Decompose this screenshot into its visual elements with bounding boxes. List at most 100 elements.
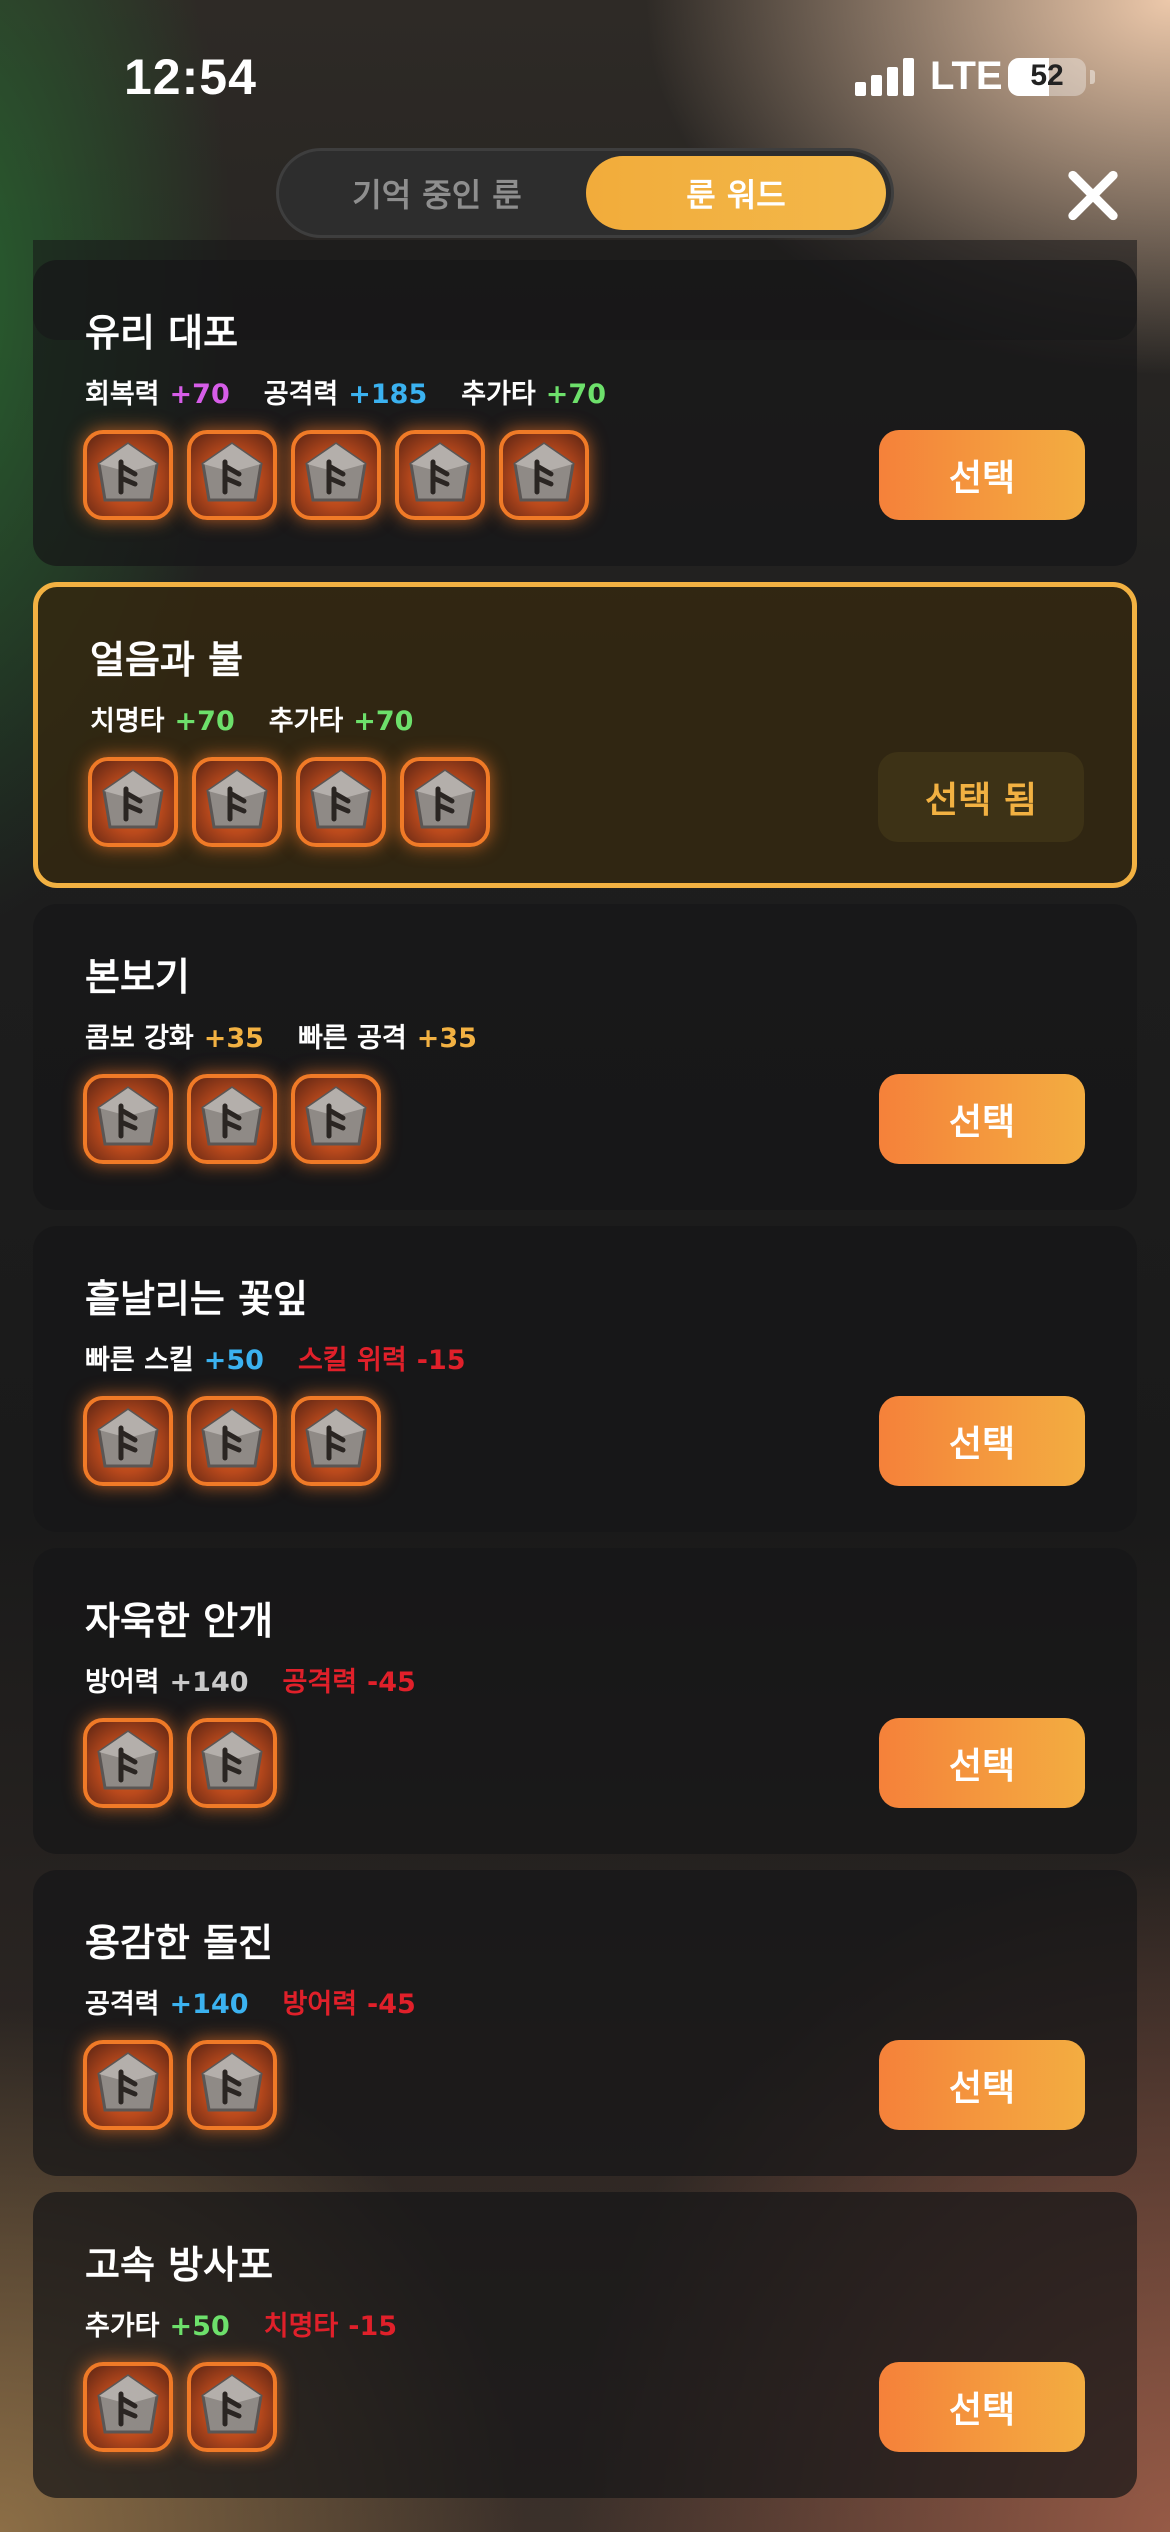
- stat-value: +35: [203, 1023, 264, 1054]
- rune-icon: [296, 757, 386, 847]
- rune-icon: [187, 1074, 277, 1164]
- rune-icon: [83, 1396, 173, 1486]
- stat-value: +50: [169, 2311, 230, 2342]
- rune-icon: [88, 757, 178, 847]
- runeword-card: 고속 방사포추가타 +50 치명타 -15 선택: [33, 2192, 1137, 2498]
- stat-value: +35: [416, 1023, 477, 1054]
- rune-slots: [83, 2362, 277, 2452]
- runeword-card: 얼음과 불치명타 +70 추가타 +70 선택 됨: [33, 582, 1137, 888]
- stat-name: 빠른 공격: [297, 1023, 407, 1054]
- runeword-title: 흩날리는 꽃잎: [85, 1277, 308, 1321]
- rune-icon: [192, 757, 282, 847]
- runeword-stats: 회복력 +70 공격력 +185 추가타 +70: [85, 372, 606, 411]
- stat-name: 공격력: [85, 1989, 160, 2020]
- stat-name: 공격력: [282, 1667, 358, 1698]
- rune-icon: [83, 1718, 173, 1808]
- stat: 공격력 +140: [85, 1982, 249, 2021]
- stat-name: 추가타: [85, 2311, 160, 2342]
- rune-slots: [83, 1396, 381, 1486]
- select-button[interactable]: 선택: [879, 1718, 1085, 1808]
- runeword-list: 유리 대포 회복력 +70 공격력 +185 추가타 +70 선택 얼음과 불 치명타 +70 추가타…: [33, 260, 1137, 2514]
- stat: 추가타 +70: [269, 699, 414, 738]
- stat-name: 방어력: [282, 1989, 358, 2020]
- rune-slots: [83, 1718, 277, 1808]
- stat: 공격력 -45: [283, 1660, 416, 1699]
- stat-name: 방어력: [85, 1667, 160, 1698]
- battery-nub: [1090, 70, 1095, 84]
- rune-slots: [83, 1074, 381, 1164]
- selected-button[interactable]: 선택 됨: [878, 752, 1084, 842]
- close-icon[interactable]: [1058, 160, 1128, 230]
- stat: 빠른 스킬 +50: [85, 1338, 264, 1377]
- stat-value: -45: [367, 1989, 416, 2020]
- runeword-card: 흩날리는 꽃잎 빠른 스킬 +50 스킬 위력 -15 선택: [33, 1226, 1137, 1532]
- runeword-card: 용감한 돌진공격력 +140 방어력 -45 선택: [33, 1870, 1137, 2176]
- signal-icon: [855, 58, 915, 96]
- stat: 빠른 공격 +35: [298, 1016, 477, 1055]
- stat-value: +140: [169, 1989, 249, 2020]
- stat-name: 치명타: [263, 2311, 339, 2342]
- battery-percent: 52: [1030, 59, 1064, 92]
- status-bar: 12:54 LTE 52: [0, 0, 1170, 150]
- status-time: 12:54: [124, 49, 257, 105]
- stat-value: +50: [203, 1345, 264, 1376]
- stat-value: +70: [545, 379, 606, 410]
- tab-switcher: 기억 중인 룬 룬 워드: [276, 148, 894, 238]
- rune-icon: [83, 430, 173, 520]
- rune-icon: [499, 430, 589, 520]
- stat-value: -15: [348, 2311, 398, 2342]
- stat: 방어력 +140: [85, 1660, 249, 1699]
- rune-icon: [400, 757, 490, 847]
- stat-name: 빠른 스킬: [85, 1345, 194, 1376]
- rune-slots: [83, 2040, 277, 2130]
- rune-slots: [88, 757, 490, 847]
- stat-value: +70: [353, 706, 414, 737]
- stat: 추가타 +50: [85, 2304, 230, 2343]
- rune-icon: [187, 2362, 277, 2452]
- stat: 치명타 -15: [264, 2304, 397, 2343]
- tab-runewords[interactable]: 룬 워드: [586, 156, 886, 230]
- runeword-stats: 치명타 +70 추가타 +70: [90, 699, 413, 738]
- rune-icon: [291, 430, 381, 520]
- select-button[interactable]: 선택: [879, 2040, 1085, 2130]
- runeword-title: 고속 방사포: [85, 2243, 274, 2287]
- rune-icon: [83, 2040, 173, 2130]
- rune-icon: [187, 2040, 277, 2130]
- stat: 회복력 +70: [85, 372, 230, 411]
- select-button[interactable]: 선택: [879, 1074, 1085, 1164]
- stat-name: 회복력: [85, 379, 160, 410]
- runeword-stats: 추가타 +50 치명타 -15: [85, 2304, 397, 2343]
- select-button[interactable]: 선택: [879, 2362, 1085, 2452]
- runeword-title: 유리 대포: [85, 311, 239, 355]
- select-button[interactable]: 선택: [879, 1396, 1085, 1486]
- stat-name: 공격력: [263, 379, 339, 410]
- stat: 콤보 강화 +35: [85, 1016, 264, 1055]
- runeword-card: 자욱한 안개방어력 +140 공격력 -45 선택: [33, 1548, 1137, 1854]
- stat-name: 치명타: [90, 706, 165, 737]
- select-button[interactable]: 선택: [879, 430, 1085, 520]
- stat: 추가타 +70: [461, 372, 606, 411]
- runeword-card: 본보기콤보 강화 +35 빠른 공격 +35 선택: [33, 904, 1137, 1210]
- rune-icon: [395, 430, 485, 520]
- stat: 치명타 +70: [90, 699, 235, 738]
- runeword-title: 얼음과 불: [90, 638, 244, 682]
- stat-name: 추가타: [268, 706, 344, 737]
- rune-icon: [187, 1718, 277, 1808]
- stat-value: -45: [367, 1667, 416, 1698]
- runeword-title: 본보기: [85, 955, 190, 999]
- tab-remembered-runes[interactable]: 기억 중인 룬: [287, 156, 587, 230]
- runeword-title: 용감한 돌진: [85, 1921, 274, 1965]
- rune-icon: [83, 1074, 173, 1164]
- runeword-stats: 방어력 +140 공격력 -45: [85, 1660, 416, 1699]
- stat-name: 추가타: [461, 379, 536, 410]
- stat-value: +140: [169, 1667, 249, 1698]
- rune-slots: [83, 430, 589, 520]
- stat-name: 스킬 위력: [297, 1345, 407, 1376]
- stat-value: +70: [169, 379, 230, 410]
- network-label: LTE: [930, 54, 1003, 98]
- runeword-title: 자욱한 안개: [85, 1599, 274, 1643]
- stat-value: +70: [174, 706, 235, 737]
- runeword-stats: 빠른 스킬 +50 스킬 위력 -15: [85, 1338, 466, 1377]
- stat-name: 콤보 강화: [85, 1023, 194, 1054]
- stat: 공격력 +185: [264, 372, 428, 411]
